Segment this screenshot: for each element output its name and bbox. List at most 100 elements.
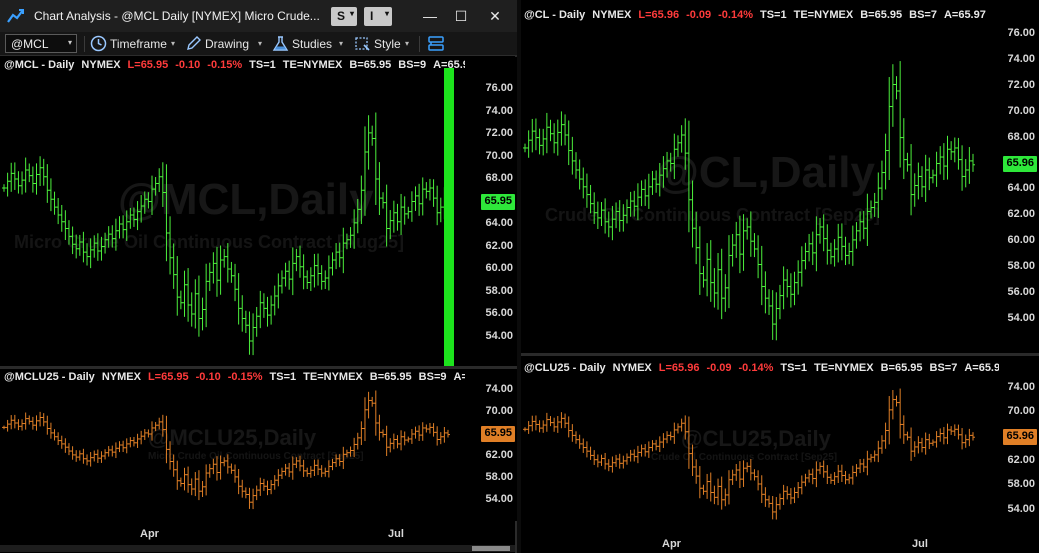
- style-button[interactable]: Style ▾: [354, 35, 414, 53]
- ohlc-bar: [526, 421, 531, 434]
- price-axis-tick: 62.00: [1007, 453, 1035, 466]
- price-axis[interactable]: 74.0070.0066.0062.0058.0054.0065.95: [465, 369, 517, 521]
- ohlc-bar: [175, 460, 180, 490]
- ohlc-bar: [756, 470, 761, 491]
- ohlc-bar: [552, 417, 557, 432]
- ohlc-bar: [814, 461, 819, 488]
- ohlc-bar: [661, 433, 666, 448]
- cl-price-pane[interactable]: @CL,Daily Crude Oil Continuous Contract …: [521, 3, 1039, 353]
- ohlc-bar: [74, 234, 79, 259]
- ohlc-bar: [16, 171, 21, 194]
- ohlc-bar: [777, 493, 782, 510]
- header-field: L=65.95: [127, 59, 169, 71]
- ohlc-bar: [417, 425, 422, 441]
- ohlc-bar: [770, 290, 775, 340]
- minimize-button[interactable]: —: [418, 6, 442, 26]
- ohlc-bar: [142, 191, 147, 214]
- ohlc-bar: [737, 215, 742, 274]
- ohlc-bar: [828, 242, 833, 265]
- ohlc-bar: [635, 445, 640, 464]
- ohlc-bar: [431, 179, 436, 207]
- s-menu-button[interactable]: S ▾: [331, 7, 357, 26]
- maximize-button[interactable]: ☐: [449, 6, 473, 26]
- ohlc-bar: [697, 466, 702, 499]
- ohlc-bar: [621, 455, 626, 469]
- price-axis-tick: 74.00: [1007, 381, 1035, 393]
- price-axis-tick: 56.00: [485, 307, 513, 319]
- ohlc-bar: [326, 460, 331, 478]
- ohlc-bar: [229, 463, 234, 474]
- ohlc-bar: [128, 437, 133, 448]
- ohlc-bar: [559, 412, 564, 429]
- symbol-selector[interactable]: @MCL ▾: [5, 34, 77, 53]
- close-button[interactable]: ✕: [483, 6, 507, 26]
- ohlc-bar: [912, 173, 917, 207]
- mcl-price-pane[interactable]: @MCL,Daily Micro Crude Oil Continuous Co…: [0, 57, 517, 366]
- ohlc-bar: [305, 270, 310, 289]
- header-field: -0.10: [175, 59, 201, 71]
- price-axis-tick: 62.00: [1007, 208, 1035, 221]
- ohlc-bar: [632, 190, 637, 217]
- ohlc-bar: [632, 449, 637, 462]
- ohlc-bar: [81, 231, 86, 263]
- symbol-value: @MCL: [11, 37, 49, 51]
- ohlc-bar: [799, 246, 804, 287]
- price-axis[interactable]: 76.0074.0072.0070.0068.0066.0064.0062.00…: [999, 3, 1039, 353]
- ohlc-bar: [63, 210, 68, 241]
- mclu25-price-pane[interactable]: @MCLU25,Daily Micro Crude Oil Continuous…: [0, 369, 517, 521]
- toolbar-divider: [419, 36, 420, 52]
- ohlc-bar: [323, 270, 328, 289]
- ohlc-bar: [370, 396, 375, 407]
- ohlc-bar: [139, 195, 144, 223]
- ohlc-bar: [164, 415, 169, 464]
- ohlc-bar: [117, 216, 122, 239]
- ohlc-bar: [294, 248, 299, 272]
- ohlc-bar: [45, 164, 50, 203]
- scrollbar-thumb[interactable]: [472, 546, 510, 551]
- ohlc-bar: [759, 245, 764, 306]
- ohlc-bar: [171, 243, 176, 289]
- drawing-button[interactable]: Drawing ▾: [185, 35, 265, 53]
- ohlc-bar: [734, 221, 739, 258]
- ohlc-bar: [956, 137, 961, 170]
- ohlc-bar: [186, 466, 191, 493]
- timeframe-button[interactable]: Timeframe ▾: [90, 35, 178, 53]
- price-axis[interactable]: 76.0074.0072.0070.0068.0066.0064.0062.00…: [465, 57, 517, 366]
- ohlc-bar: [247, 487, 252, 509]
- ohlc-bar: [548, 416, 553, 427]
- clu25-price-pane[interactable]: @CLU25,Daily Crude Oil Continuous Contra…: [521, 356, 1039, 526]
- ohlc-bar: [352, 437, 357, 458]
- horizontal-scrollbar[interactable]: [0, 545, 515, 552]
- price-axis-tick: 54.00: [1007, 502, 1035, 515]
- ohlc-bar: [657, 162, 662, 197]
- ohlc-bar: [963, 159, 968, 188]
- ohlc-bar: [639, 180, 644, 207]
- ohlc-bar: [279, 270, 284, 294]
- layout-toggle-icon[interactable]: [427, 35, 445, 53]
- ohlc-bar: [269, 295, 274, 325]
- header-field: NYMEX: [592, 9, 632, 21]
- ohlc-bar: [792, 271, 797, 306]
- ohlc-bar: [77, 234, 82, 256]
- studies-button[interactable]: Studies ▾: [272, 35, 347, 53]
- ohlc-bar: [592, 192, 597, 225]
- i-menu-button[interactable]: I ▾: [364, 7, 392, 26]
- ohlc-bar: [843, 236, 848, 266]
- price-axis-tick: 58.00: [1007, 478, 1035, 491]
- ohlc-bar: [930, 169, 935, 184]
- ohlc-bar: [588, 446, 593, 460]
- ohlc-bar: [261, 293, 266, 318]
- ohlc-bar: [279, 467, 284, 479]
- ohlc-bar: [334, 454, 339, 468]
- ohlc-bar: [533, 415, 538, 431]
- style-label: Style: [374, 37, 401, 51]
- ohlc-bar: [694, 211, 699, 265]
- ohlc-bar: [573, 431, 578, 444]
- price-axis[interactable]: 74.0070.0066.0062.0058.0054.0065.96: [999, 356, 1039, 526]
- ohlc-bar: [344, 233, 349, 250]
- ohlc-bar: [427, 422, 432, 434]
- ohlc-bar: [225, 243, 230, 283]
- ohlc-bar: [650, 170, 655, 195]
- ohlc-bar: [85, 243, 90, 266]
- ohlc-bar: [952, 137, 957, 163]
